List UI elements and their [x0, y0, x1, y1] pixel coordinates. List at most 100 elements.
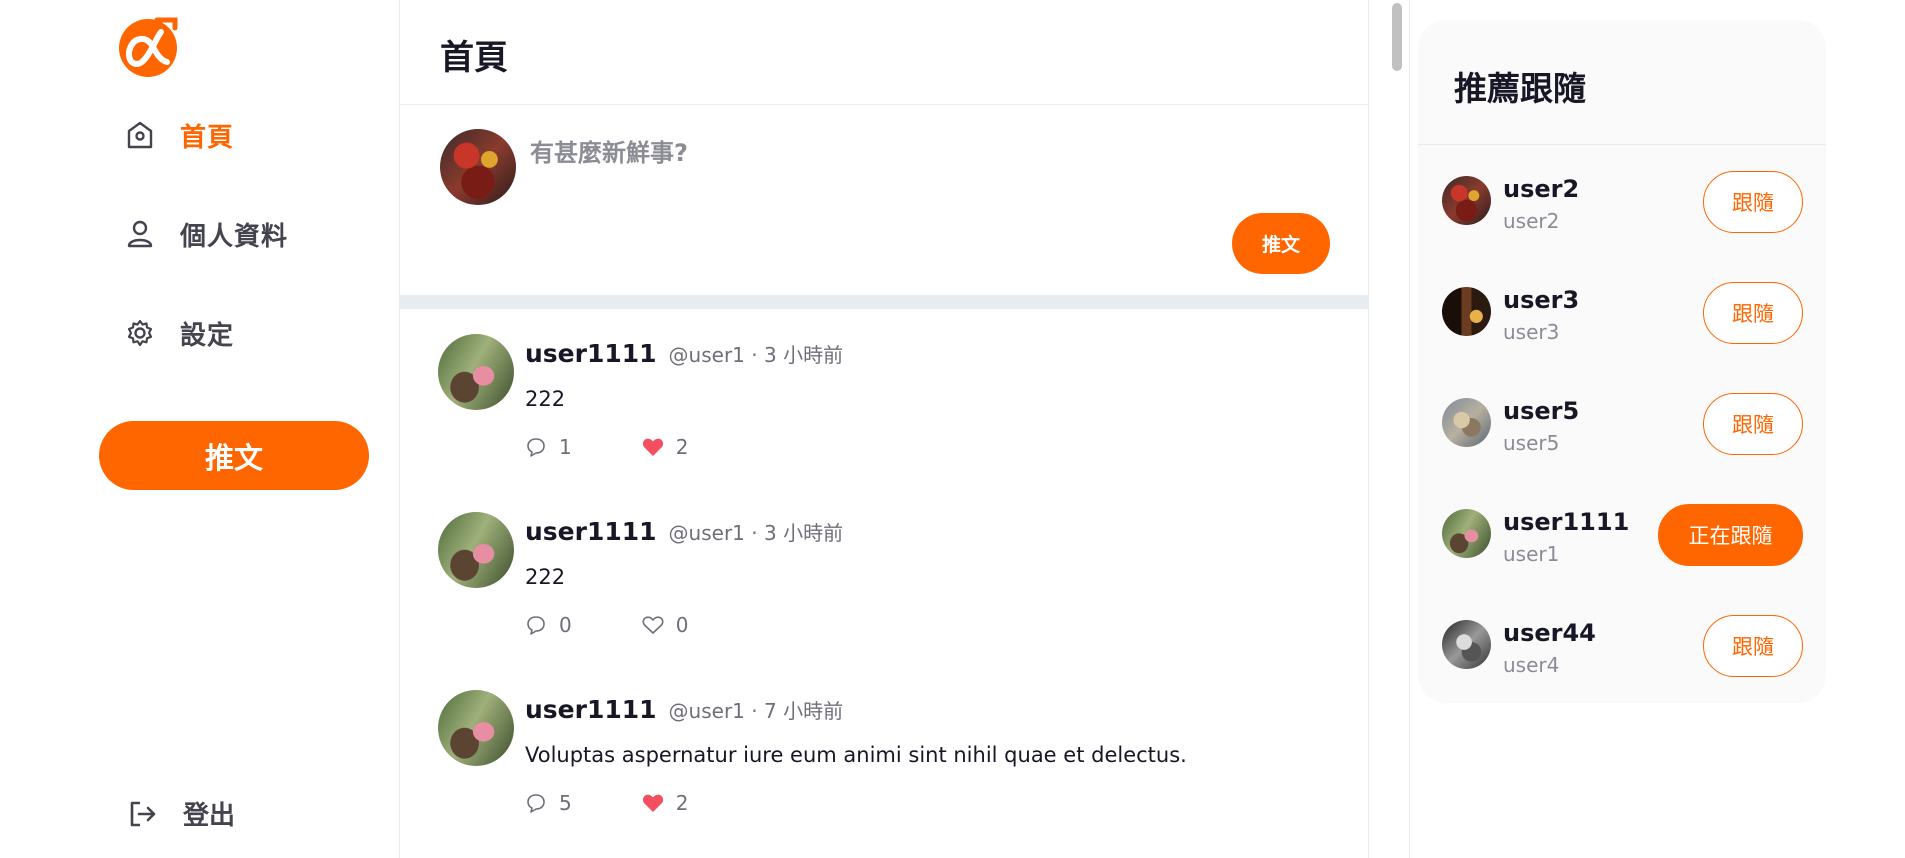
follow-button[interactable]: 跟隨 — [1703, 171, 1803, 233]
tweet-button[interactable]: 推文 — [99, 421, 369, 490]
tweet-item[interactable]: user1111 @user1 · 7 小時前 Voluptas asperna… — [400, 665, 1368, 843]
app-root: 首頁 個人資料 設定 推文 登出 首頁 有甚麼新鮮事? 推文 user1111 … — [0, 0, 1905, 858]
follow-button[interactable]: 跟隨 — [1703, 393, 1803, 455]
tweet-header: user1111 @user1 · 7 小時前 — [525, 695, 843, 724]
heart-filled-icon — [642, 436, 664, 458]
recommend-item: user2 user2 跟隨 — [1418, 145, 1826, 256]
gear-icon — [122, 315, 158, 351]
following-button[interactable]: 正在跟隨 — [1658, 504, 1803, 566]
like-button[interactable]: 2 — [642, 791, 689, 815]
follow-button[interactable]: 跟隨 — [1703, 615, 1803, 677]
tweet-body: 222 — [525, 387, 566, 411]
feed-scrollbar[interactable] — [1386, 0, 1410, 858]
avatar[interactable] — [438, 690, 514, 766]
page-title: 首頁 — [440, 38, 508, 78]
recommend-item: user1111 user1 正在跟隨 — [1418, 478, 1826, 589]
nav-item-settings[interactable]: 設定 — [122, 313, 288, 353]
heart-filled-icon — [642, 792, 664, 814]
nav-item-label: 設定 — [180, 320, 235, 351]
reply-button[interactable]: 1 — [525, 435, 572, 459]
tweet-composer: 推文 — [400, 105, 1368, 295]
recommend-user-handle: user1 — [1503, 542, 1560, 566]
nav-item-home[interactable]: 首頁 — [122, 115, 288, 155]
avatar[interactable] — [440, 129, 516, 205]
reply-count: 0 — [559, 613, 572, 637]
recommend-user-handle: user4 — [1503, 653, 1560, 677]
tweet-body: Voluptas aspernatur iure eum animi sint … — [525, 743, 1187, 767]
main-nav: 首頁 個人資料 設定 — [122, 115, 288, 412]
like-count: 0 — [675, 613, 689, 637]
main-feed: 首頁 推文 user1111 @user1 · 3 小時前 222 — [400, 0, 1369, 858]
avatar[interactable] — [1442, 176, 1491, 225]
scrollbar-thumb[interactable] — [1392, 3, 1402, 71]
tweet-header: user1111 @user1 · 3 小時前 — [525, 339, 843, 368]
tweet-handle: @user1 — [668, 343, 745, 367]
logout-button[interactable]: 登出 — [125, 795, 235, 832]
tweet-item[interactable]: user1111 @user1 · 3 小時前 222 0 0 — [400, 487, 1368, 665]
like-count: 2 — [675, 435, 689, 459]
submit-tweet-button[interactable]: 推文 — [1232, 213, 1330, 274]
recommend-item: user5 user5 跟隨 — [1418, 367, 1826, 478]
tweet-time: 3 小時前 — [763, 343, 844, 367]
tweet-handle: @user1 — [668, 699, 745, 723]
recommend-panel: 推薦跟隨 user2 user2 跟隨 user3 user3 跟隨 user5… — [1418, 20, 1826, 703]
recommend-user-name[interactable]: user5 — [1503, 397, 1579, 425]
like-button[interactable]: 2 — [642, 435, 689, 459]
recommend-user-handle: user3 — [1503, 320, 1560, 344]
reply-count: 5 — [559, 791, 572, 815]
like-count: 2 — [675, 791, 689, 815]
recommend-user-name[interactable]: user44 — [1503, 619, 1596, 647]
comment-icon — [525, 436, 547, 458]
recommend-user-handle: user5 — [1503, 431, 1560, 455]
left-sidebar: 首頁 個人資料 設定 推文 登出 — [0, 0, 400, 858]
tweet-body: 222 — [525, 565, 566, 589]
tweet-time: 3 小時前 — [763, 521, 844, 545]
tweet-author-name[interactable]: user1111 — [525, 695, 657, 724]
nav-item-profile[interactable]: 個人資料 — [122, 214, 288, 254]
avatar[interactable] — [1442, 287, 1491, 336]
recommend-item: user44 user4 跟隨 — [1418, 589, 1826, 700]
avatar[interactable] — [1442, 509, 1491, 558]
follow-button[interactable]: 跟隨 — [1703, 282, 1803, 344]
avatar[interactable] — [1442, 398, 1491, 447]
reply-button[interactable]: 0 — [525, 613, 572, 637]
avatar[interactable] — [438, 334, 514, 410]
separator: · — [744, 343, 764, 367]
tweet-actions: 5 2 — [525, 791, 758, 815]
logout-icon — [125, 796, 161, 832]
user-icon — [122, 216, 158, 252]
tweet-actions: 1 2 — [525, 435, 758, 459]
comment-icon — [525, 614, 547, 636]
recommend-user-name[interactable]: user2 — [1503, 175, 1579, 203]
heart-outline-icon — [642, 614, 664, 636]
tweet-author-name[interactable]: user1111 — [525, 517, 657, 546]
home-icon — [122, 117, 158, 153]
page-header: 首頁 — [400, 0, 1368, 105]
separator: · — [744, 521, 764, 545]
tweet-header: user1111 @user1 · 3 小時前 — [525, 517, 843, 546]
tweet-author-name[interactable]: user1111 — [525, 339, 657, 368]
avatar[interactable] — [438, 512, 514, 588]
like-button[interactable]: 0 — [642, 613, 689, 637]
tweet-item[interactable]: user1111 @user1 · 3 小時前 222 1 2 — [400, 309, 1368, 487]
recommend-user-name[interactable]: user1111 — [1503, 508, 1629, 536]
separator: · — [744, 699, 764, 723]
tweet-actions: 0 0 — [525, 613, 758, 637]
recommend-user-handle: user2 — [1503, 209, 1560, 233]
recommend-title: 推薦跟隨 — [1454, 69, 1586, 108]
nav-item-label: 首頁 — [180, 122, 235, 153]
nav-item-label: 個人資料 — [180, 221, 289, 252]
logout-label: 登出 — [183, 801, 236, 831]
avatar[interactable] — [1442, 620, 1491, 669]
recommend-header: 推薦跟隨 — [1418, 20, 1826, 145]
tweet-input[interactable] — [530, 133, 1310, 223]
recommend-user-name[interactable]: user3 — [1503, 286, 1579, 314]
comment-icon — [525, 792, 547, 814]
alpha-logo-icon[interactable] — [117, 14, 183, 78]
reply-button[interactable]: 5 — [525, 791, 572, 815]
tweet-handle: @user1 — [668, 521, 745, 545]
reply-count: 1 — [559, 435, 572, 459]
tweet-time: 7 小時前 — [763, 699, 844, 723]
divider — [400, 295, 1368, 309]
recommend-item: user3 user3 跟隨 — [1418, 256, 1826, 367]
